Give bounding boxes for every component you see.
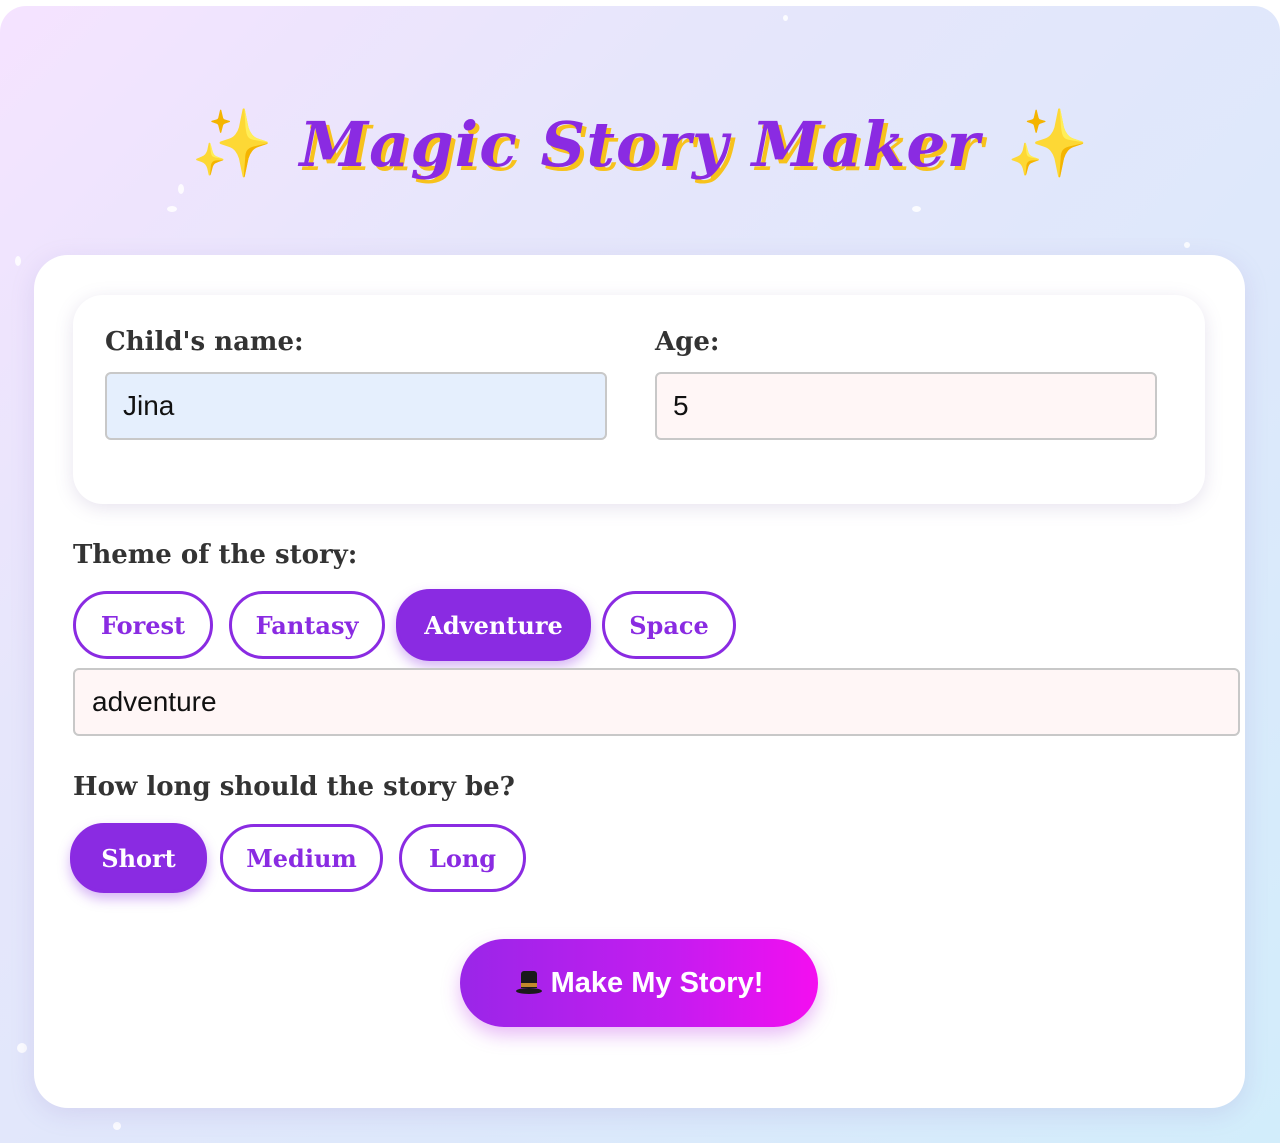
- sparkle-dot: [15, 256, 21, 266]
- sparkle-dot: [1184, 242, 1190, 248]
- sparkles-icon: ✨: [191, 105, 274, 182]
- name-input[interactable]: Jina: [105, 372, 607, 440]
- make-story-button[interactable]: Make My Story!: [460, 939, 818, 1027]
- theme-option-fantasy[interactable]: Fantasy: [229, 591, 385, 659]
- length-option-long[interactable]: Long: [399, 824, 526, 892]
- age-input[interactable]: 5: [655, 372, 1157, 440]
- length-label: How long should the story be?: [73, 772, 515, 802]
- sparkle-dot: [783, 15, 788, 21]
- top-hat-icon: [515, 969, 543, 997]
- sparkles-icon: ✨: [1006, 105, 1089, 182]
- theme-option-forest[interactable]: Forest: [73, 591, 213, 659]
- sparkle-dot: [17, 1043, 27, 1053]
- child-info-panel: Child's name: Jina Age: 5: [73, 295, 1205, 504]
- length-option-short[interactable]: Short: [70, 823, 207, 893]
- length-option-medium[interactable]: Medium: [220, 824, 383, 892]
- page-title: Magic Story Maker: [299, 107, 981, 181]
- sparkle-dot: [113, 1122, 121, 1130]
- theme-label: Theme of the story:: [73, 540, 358, 570]
- sparkle-dot: [912, 206, 921, 212]
- age-label: Age:: [655, 327, 720, 357]
- story-form-card: Child's name: Jina Age: 5 Theme of the s…: [34, 255, 1245, 1108]
- theme-option-space[interactable]: Space: [602, 591, 736, 659]
- theme-input[interactable]: adventure: [73, 668, 1240, 736]
- name-label: Child's name:: [105, 327, 304, 357]
- make-story-label: Make My Story!: [550, 966, 764, 999]
- theme-option-adventure[interactable]: Adventure: [396, 589, 591, 661]
- app-title: ✨ Magic Story Maker ✨: [0, 84, 1280, 204]
- sparkle-dot: [167, 206, 177, 212]
- page-background: ✨ Magic Story Maker ✨ Child's name: Jina…: [0, 6, 1280, 1143]
